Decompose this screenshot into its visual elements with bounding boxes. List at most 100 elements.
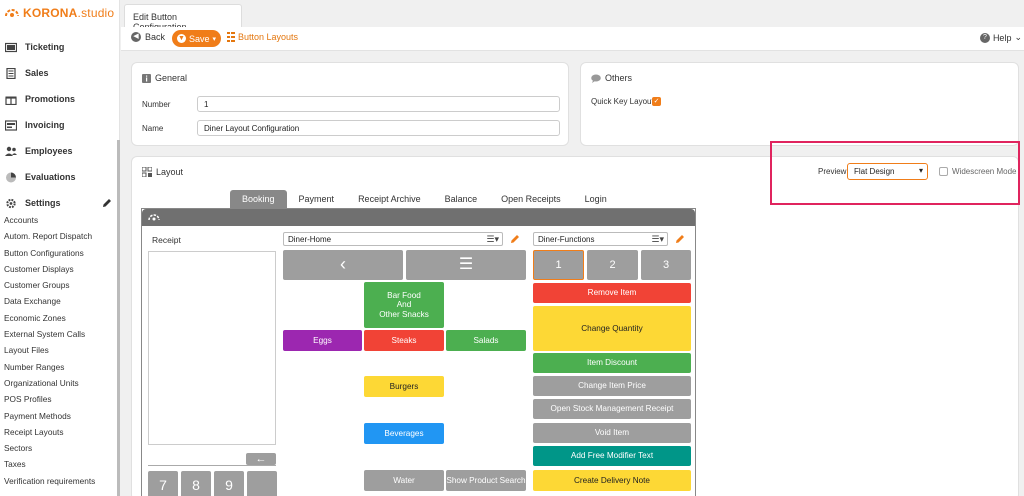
sidebar-subitem[interactable]: Taxes: [0, 456, 116, 472]
eggs-button[interactable]: Eggs: [283, 330, 362, 351]
sidebar-item-promotions[interactable]: Promotions: [0, 86, 118, 112]
help-label: Help: [992, 32, 1012, 43]
sidebar-item-label: Sales: [25, 68, 49, 78]
home-layout-select[interactable]: Diner-Home ☰▾: [283, 232, 503, 246]
sidebar-item-employees[interactable]: Employees: [0, 138, 118, 164]
sidebar-subitem[interactable]: Accounts: [0, 212, 116, 228]
functions-layout-select-value: Diner-Functions: [538, 235, 595, 244]
sidebar-subitem[interactable]: Customer Groups: [0, 277, 116, 293]
sidebar-subitem[interactable]: Economic Zones: [0, 310, 116, 326]
sidebar-item-label: Settings: [25, 198, 61, 208]
pencil-icon[interactable]: [675, 234, 685, 244]
sidebar-subitem[interactable]: Organizational Units: [0, 375, 116, 391]
gear-icon: [6, 198, 16, 208]
gift-icon: [5, 96, 17, 105]
sidebar-subitem[interactable]: Payment Methods: [0, 408, 116, 424]
button-layouts-link[interactable]: Button Layouts: [227, 32, 298, 42]
sidebar-subitem[interactable]: Verification requirements: [0, 473, 116, 489]
edit-icon[interactable]: [102, 198, 112, 208]
sidebar-item-evaluations[interactable]: Evaluations: [0, 164, 118, 190]
help-menu[interactable]: ? Help ⌄: [979, 32, 1022, 43]
sidebar-item-label: Invoicing: [25, 120, 65, 130]
sidebar-subitem[interactable]: POS Profiles: [0, 391, 116, 407]
sidebar-subitem[interactable]: Layout Files: [0, 342, 116, 358]
chevron-down-icon: ⌄: [1014, 32, 1022, 42]
sidebar-scrollbar[interactable]: [117, 140, 120, 496]
open-stock-management-receipt-button[interactable]: Open Stock Management Receipt: [533, 399, 691, 419]
void-item-button[interactable]: Void Item: [533, 423, 691, 443]
save-button[interactable]: ▼ Save ▾: [172, 30, 221, 47]
tab-edit-button-configuration[interactable]: Edit Button Configuration: [124, 4, 242, 32]
sidebar-item-invoicing[interactable]: Invoicing: [0, 112, 118, 138]
sidebar-subitem[interactable]: Receipt Layouts: [0, 424, 116, 440]
function-page-1[interactable]: 1: [533, 250, 584, 280]
quick-key-layout-label: Quick Key Layout: [591, 97, 654, 106]
korona-logo[interactable]: KORONA.studio: [4, 6, 114, 20]
number-label: Number: [142, 100, 171, 109]
sidebar-subitem[interactable]: Customer Displays: [0, 261, 116, 277]
pencil-icon[interactable]: [510, 234, 520, 244]
number-field[interactable]: 1: [197, 96, 560, 112]
button-layouts-label: Button Layouts: [238, 32, 299, 42]
ticket-icon: [5, 42, 17, 52]
sidebar-main-nav: Ticketing Sales Promotions Invoicing Emp…: [0, 34, 118, 216]
sidebar-item-ticketing[interactable]: Ticketing: [0, 34, 118, 60]
burgers-button[interactable]: Burgers: [364, 376, 444, 397]
others-title-text: Others: [605, 73, 633, 83]
numpad-8[interactable]: 8: [181, 471, 211, 496]
water-button[interactable]: Water: [364, 470, 444, 491]
layout-title: Layout: [142, 167, 183, 177]
pie-chart-icon: [6, 172, 16, 182]
sidebar-subitem[interactable]: Data Exchange: [0, 293, 116, 309]
bar-food-button[interactable]: Bar Food And Other Snacks: [364, 282, 444, 328]
sidebar-item-label: Evaluations: [25, 172, 76, 182]
backspace-button[interactable]: ←: [246, 453, 276, 465]
tab-open-receipts[interactable]: Open Receipts: [489, 190, 573, 208]
name-label: Name: [142, 124, 164, 133]
sidebar-subitem[interactable]: Autom. Report Dispatch: [0, 228, 116, 244]
sidebar-subitem-active[interactable]: Button Configurations: [0, 245, 116, 261]
salads-button[interactable]: Salads: [446, 330, 526, 351]
sidebar-subitem[interactable]: Sectors: [0, 440, 116, 456]
receipt-divider: [148, 465, 276, 466]
receipt-label: Receipt: [152, 235, 181, 245]
change-quantity-button[interactable]: Change Quantity: [533, 306, 691, 351]
tab-receipt-archive[interactable]: Receipt Archive: [346, 190, 433, 208]
tab-balance[interactable]: Balance: [433, 190, 490, 208]
previous-page-button[interactable]: ‹: [283, 250, 403, 280]
beverages-button[interactable]: Beverages: [364, 423, 444, 444]
layout-title-text: Layout: [156, 167, 184, 177]
function-page-2[interactable]: 2: [587, 250, 638, 280]
quick-key-layout-checkbox[interactable]: ✓: [652, 97, 661, 106]
question-icon: ?: [979, 32, 990, 43]
tab-login[interactable]: Login: [573, 190, 619, 208]
show-product-search-button[interactable]: Show Product Search: [446, 470, 526, 491]
add-free-modifier-text-button[interactable]: Add Free Modifier Text: [533, 446, 691, 466]
item-discount-button[interactable]: Item Discount: [533, 353, 691, 373]
name-field[interactable]: Diner Layout Configuration: [197, 120, 560, 136]
menu-button[interactable]: ☰: [406, 250, 526, 280]
sidebar-subitem[interactable]: External System Calls: [0, 326, 116, 342]
change-item-price-button[interactable]: Change Item Price: [533, 376, 691, 396]
sidebar-item-sales[interactable]: Sales: [0, 60, 118, 86]
bar-food-label: Bar Food And Other Snacks: [379, 291, 429, 319]
numpad-blank[interactable]: [247, 471, 277, 496]
functions-layout-select[interactable]: Diner-Functions ☰▾: [533, 232, 668, 246]
create-delivery-note-button[interactable]: Create Delivery Note: [533, 470, 691, 491]
chat-icon: [591, 74, 601, 83]
steaks-button[interactable]: Steaks: [364, 330, 444, 351]
sidebar-subitem[interactable]: Number Ranges: [0, 359, 116, 375]
toolbar: ◀ Back ▼ Save ▾ Button Layouts ? Help ⌄: [121, 27, 1024, 51]
numpad-9[interactable]: 9: [214, 471, 244, 496]
document-tab-bar: Edit Button Configuration: [121, 0, 1024, 32]
sidebar: KORONA.studio Ticketing Sales Promotions…: [0, 0, 120, 496]
tab-payment[interactable]: Payment: [287, 190, 347, 208]
tab-booking[interactable]: Booking: [230, 190, 287, 208]
layout-tabs: Booking Payment Receipt Archive Balance …: [230, 190, 619, 208]
users-icon: [5, 146, 17, 156]
function-page-3[interactable]: 3: [641, 250, 691, 280]
numpad-7[interactable]: 7: [148, 471, 178, 496]
receipt-area: [148, 251, 276, 445]
back-button[interactable]: ◀ Back: [131, 32, 165, 42]
remove-item-button[interactable]: Remove Item: [533, 283, 691, 303]
